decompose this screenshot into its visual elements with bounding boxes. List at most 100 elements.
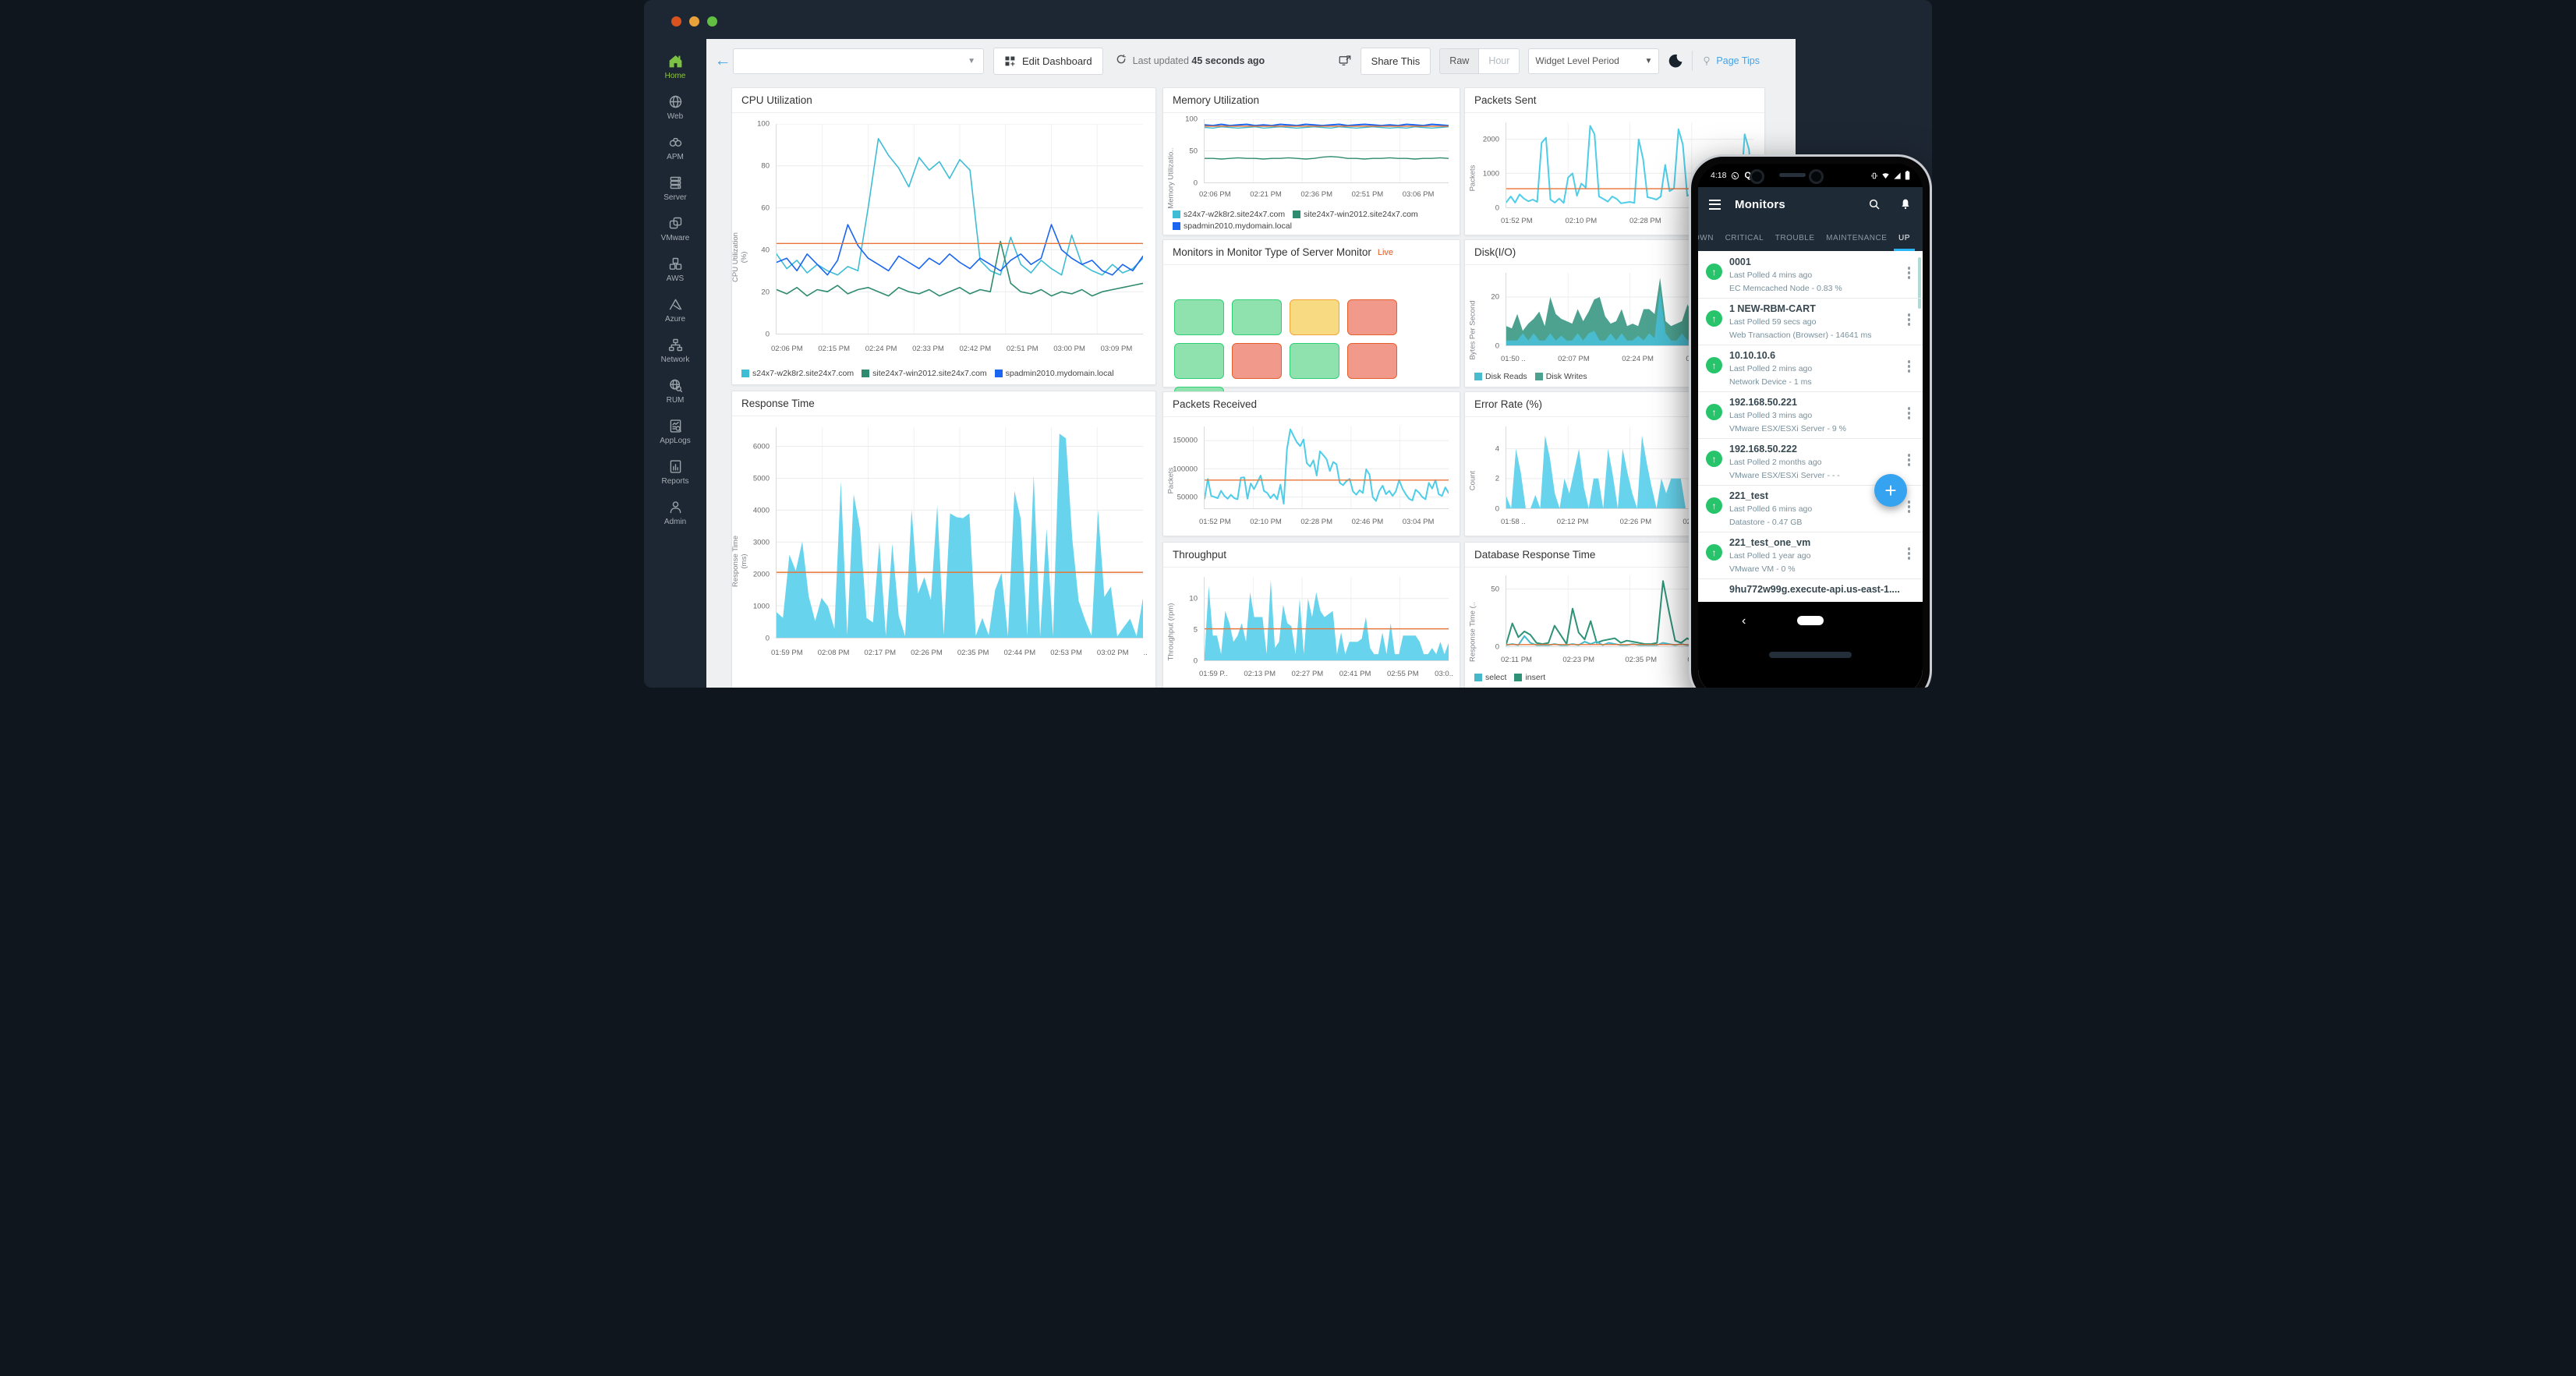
sidebar-item-label: Web	[667, 112, 684, 121]
globe-icon	[669, 95, 681, 108]
kebab-menu-icon[interactable]	[1907, 454, 1910, 466]
monitor-name: 221_test	[1729, 490, 1769, 501]
response_time-chart-svg	[777, 427, 1143, 638]
tab-trouble[interactable]: TROUBLE	[1774, 234, 1817, 251]
y-tick: 0	[1495, 341, 1499, 351]
sidebar-item-label: APM	[667, 153, 684, 161]
vmware-icon	[669, 217, 681, 229]
y-axis-ticks: 0 50	[1476, 575, 1499, 651]
earpiece-speaker	[1779, 173, 1806, 177]
dark-mode-moon-icon[interactable]	[1668, 53, 1683, 69]
tab-own[interactable]: OWN	[1698, 234, 1715, 251]
monitor-name: 9hu772w99g.execute-api.us-east-1....	[1729, 584, 1900, 595]
kebab-menu-icon[interactable]	[1907, 267, 1910, 279]
monitor-list-item[interactable]: ↑ 1 NEW-RBM-CART Last Polled 59 secs ago We…	[1698, 298, 1923, 345]
x-tick: 03:09 PM	[1100, 345, 1133, 353]
chevron-down-icon: ▼	[1644, 56, 1653, 65]
y-tick: 80	[761, 161, 770, 171]
tab-up[interactable]: UP	[1894, 234, 1915, 251]
sidebar-item-azure[interactable]: Azure	[647, 293, 703, 327]
kebab-menu-icon[interactable]	[1907, 360, 1910, 373]
series-spadmin2010.mydomain.local	[1204, 123, 1449, 127]
monitor-status-box-up[interactable]	[1290, 343, 1339, 379]
android-back-button[interactable]: ‹	[1742, 614, 1746, 628]
sidebar-item-applogs[interactable]: AppLogs	[647, 415, 703, 448]
x-tick: ..	[1143, 649, 1148, 657]
sidebar-item-admin[interactable]: Admin	[647, 496, 703, 529]
add-monitor-fab[interactable]: +	[1874, 474, 1907, 507]
window-minimize-button[interactable]	[689, 16, 699, 27]
packets_received-chart-svg	[1204, 426, 1449, 508]
tab-maintenance[interactable]: MAINTENANCE	[1824, 234, 1888, 251]
monitor-status-box-trouble[interactable]	[1290, 299, 1339, 335]
monitor-list-item[interactable]: ↑ 192.168.50.221 Last Polled 3 mins ago VMw…	[1698, 391, 1923, 439]
toolbar: ← ▼ Edit Dashboard Last updated 45 secon…	[706, 39, 1796, 83]
reports-icon	[670, 460, 681, 473]
legend-item: s24x7-w2k8r2.site24x7.com	[1173, 210, 1285, 219]
kebab-menu-icon[interactable]	[1907, 407, 1910, 419]
x-tick: 02:36 PM	[1300, 190, 1333, 199]
y-tick: 3000	[752, 538, 770, 547]
window-maximize-button[interactable]	[707, 16, 717, 27]
kebab-menu-icon[interactable]	[1907, 547, 1910, 560]
monitor-status-box-up[interactable]	[1174, 299, 1224, 335]
sidebar-item-web[interactable]: Web	[647, 90, 703, 124]
refresh-icon[interactable]	[1116, 54, 1127, 69]
y-tick: 4000	[752, 506, 770, 515]
monitor-name: 192.168.50.221	[1729, 397, 1797, 408]
kebab-menu-icon[interactable]	[1907, 501, 1910, 513]
raw-toggle-option[interactable]: Raw	[1440, 48, 1480, 73]
hamburger-menu-icon[interactable]	[1709, 199, 1721, 210]
monitor-status-box-up[interactable]	[1232, 299, 1282, 335]
card-throughput: Throughput Throughput (rpm) 0 5 10 01:59 P..…	[1162, 542, 1460, 688]
edit-dashboard-button[interactable]: Edit Dashboard	[993, 47, 1103, 75]
monitor-list-item[interactable]: ↑ 0001 Last Polled 4 mins ago EC Memcached …	[1698, 251, 1923, 299]
x-tick: 02:55 PM	[1386, 670, 1419, 678]
share-screen-icon[interactable]	[1338, 54, 1352, 68]
monitor-status-box-critical[interactable]	[1347, 299, 1397, 335]
sidebar-item-reports[interactable]: Reports	[647, 455, 703, 489]
sidebar-item-network[interactable]: Network	[647, 334, 703, 367]
monitor-list-item[interactable]: ↑ 10.10.10.6 Last Polled 2 mins ago Network…	[1698, 345, 1923, 392]
x-tick: 02:06 PM	[1199, 190, 1231, 199]
monitor-status-box-critical[interactable]	[1347, 343, 1397, 379]
back-arrow-button[interactable]: ←	[713, 51, 733, 70]
monitor-status-box-critical[interactable]	[1232, 343, 1282, 379]
x-tick: 02:51 PM	[1351, 190, 1384, 199]
sidebar-item-vmware[interactable]: VMware	[647, 212, 703, 246]
widget-level-period-select[interactable]: Widget Level Period ▼	[1528, 48, 1660, 74]
window-close-button[interactable]	[671, 16, 681, 27]
legend-label: spadmin2010.mydomain.local	[1005, 369, 1114, 378]
sidebar-item-label: RUM	[666, 396, 685, 405]
tab-critical[interactable]: CRITICAL	[1724, 234, 1766, 251]
sidebar-item-server[interactable]: Server	[647, 172, 703, 205]
sidebar-item-aws[interactable]: AWS	[647, 253, 703, 286]
kebab-menu-icon[interactable]	[1907, 313, 1910, 326]
monitor-last-polled: Last Polled 1 year ago	[1729, 551, 1811, 561]
sidebar-item-apm[interactable]: APM	[647, 131, 703, 164]
legend-label: s24x7-w2k8r2.site24x7.com	[1184, 210, 1286, 219]
share-this-button[interactable]: Share This	[1360, 47, 1431, 75]
y-tick: 2000	[752, 570, 770, 579]
monitor-detail: Web Transaction (Browser) - 14641 ms	[1729, 331, 1872, 340]
dashboard-select[interactable]: ▼	[733, 48, 984, 74]
legend-item: select	[1474, 673, 1506, 682]
search-icon[interactable]	[1868, 198, 1881, 210]
monitor-list-item[interactable]: ↑ 221_test_one_vm Last Polled 1 year ago VM…	[1698, 532, 1923, 579]
x-tick: 02:26 PM	[1619, 518, 1652, 526]
monitor-last-polled: Last Polled 6 mins ago	[1729, 504, 1813, 514]
x-tick: 01:59 PM	[771, 649, 803, 657]
android-home-button[interactable]	[1797, 616, 1824, 625]
sidebar-item-rum[interactable]: RUM	[647, 374, 703, 408]
page-tips-button[interactable]: Page Tips	[1701, 55, 1760, 66]
whatsapp-icon	[1732, 172, 1739, 179]
sidebar-item-home[interactable]: Home	[647, 50, 703, 83]
legend-swatch	[1173, 210, 1180, 218]
bell-icon[interactable]	[1899, 198, 1912, 210]
x-tick: 01:52 PM	[1501, 217, 1533, 225]
monitor-status-box-up[interactable]	[1174, 343, 1224, 379]
x-axis-labels: 01:59 PM 02:08 PM 02:17 PM 02:26 PM 02:35 PM…	[771, 649, 1148, 657]
wifi-icon	[1882, 172, 1889, 179]
hour-toggle-option[interactable]: Hour	[1479, 48, 1520, 73]
raw-hour-toggle: Raw Hour	[1439, 48, 1520, 74]
